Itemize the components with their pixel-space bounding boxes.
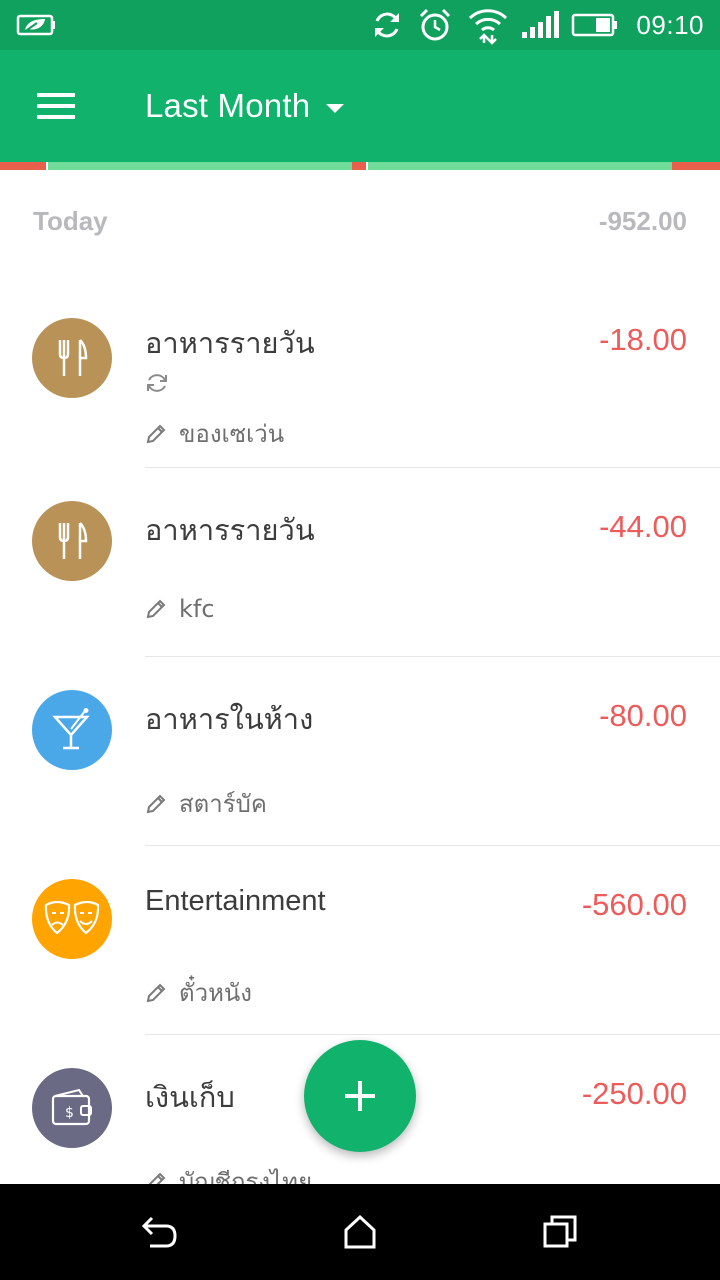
recents-button[interactable] — [530, 1202, 590, 1262]
page-title: Last Month — [145, 87, 311, 124]
pencil-icon — [146, 983, 166, 1002]
strip-segment-red — [0, 162, 46, 170]
menu-button[interactable] — [20, 70, 92, 142]
transaction-note-text: ของเซเว่น — [179, 420, 285, 448]
transaction-row[interactable]: อาหารในห้าง -80.00 สตาร์บัค — [0, 658, 720, 846]
alarm-icon — [416, 0, 454, 50]
status-bar: 09:10 — [0, 0, 720, 50]
transaction-category: Entertainment — [145, 885, 326, 917]
transaction-category: อาหารในห้าง — [145, 702, 314, 736]
wifi-icon — [466, 0, 510, 50]
transaction-note-text: kfc — [179, 595, 215, 623]
plus-icon — [345, 1081, 375, 1111]
transaction-note: kfc — [145, 595, 215, 623]
transaction-category: เงินเก็บ — [145, 1080, 235, 1114]
transaction-row[interactable]: อาหารรายวัน -18.00 ของเซเว่น — [0, 280, 720, 468]
fork-knife-icon — [32, 318, 112, 398]
cocktail-icon — [32, 690, 112, 770]
system-nav-bar — [0, 1184, 720, 1280]
home-icon — [344, 1214, 376, 1249]
transaction-category: อาหารรายวัน — [145, 326, 315, 360]
fork-knife-icon — [32, 501, 112, 581]
transaction-row[interactable]: อาหารรายวัน -44.00 kfc — [0, 469, 720, 657]
transaction-amount: -250.00 — [581, 1076, 687, 1111]
transaction-category: อาหารรายวัน — [145, 513, 315, 547]
wallet-icon: $ — [32, 1068, 112, 1148]
svg-text:$: $ — [65, 1105, 74, 1121]
strip-segment-red — [352, 162, 366, 170]
home-button[interactable] — [330, 1202, 390, 1262]
transaction-row[interactable]: Entertainment -560.00 ตั๋วหนัง — [0, 847, 720, 1035]
back-button[interactable] — [130, 1202, 190, 1262]
day-total: -952.00 — [598, 206, 687, 236]
add-transaction-button[interactable] — [304, 1040, 416, 1152]
signal-icon — [518, 0, 562, 50]
day-header: Today -952.00 — [0, 170, 720, 274]
caret-down-icon — [326, 103, 345, 113]
transaction-note: สตาร์บัค — [145, 784, 267, 823]
transaction-amount: -44.00 — [599, 509, 687, 544]
divider — [145, 845, 720, 846]
screen: 09:10 Last Month Today -952.00 อาหารรายว… — [0, 0, 720, 1280]
back-icon — [141, 1216, 177, 1248]
transaction-note: ตั๋วหนัง — [145, 973, 252, 1012]
transaction-amount: -80.00 — [599, 698, 687, 733]
app-bar: Last Month — [0, 50, 720, 162]
transaction-amount: -18.00 — [599, 322, 687, 357]
theater-masks-icon — [32, 879, 112, 959]
strip-segment-green — [48, 162, 352, 170]
divider — [145, 1034, 720, 1035]
divider — [145, 467, 720, 468]
transaction-list: Today -952.00 อาหารรายวัน -18.00 ของเซเว… — [0, 170, 720, 1196]
pencil-icon — [146, 599, 166, 619]
day-label: Today — [33, 206, 108, 236]
hamburger-menu-icon — [37, 93, 75, 119]
pencil-icon — [146, 794, 166, 813]
recurring-icon — [147, 374, 167, 392]
budget-progress-strip — [0, 162, 720, 170]
transaction-note-text: ตั๋วหนัง — [179, 979, 253, 1007]
recents-icon — [543, 1215, 577, 1248]
transaction-note: ของเซเว่น — [145, 414, 284, 453]
transaction-note-text: สตาร์บัค — [179, 790, 267, 818]
divider — [145, 656, 720, 657]
strip-segment-green — [368, 162, 672, 170]
strip-segment-red — [672, 162, 720, 170]
status-time: 09:10 — [636, 9, 704, 40]
sync-icon — [368, 0, 406, 50]
period-selector[interactable]: Last Month — [145, 50, 345, 162]
leaf-battery-saver-icon — [14, 0, 58, 50]
transaction-amount: -560.00 — [581, 887, 687, 922]
pencil-icon — [146, 424, 166, 443]
battery-icon — [570, 0, 620, 50]
